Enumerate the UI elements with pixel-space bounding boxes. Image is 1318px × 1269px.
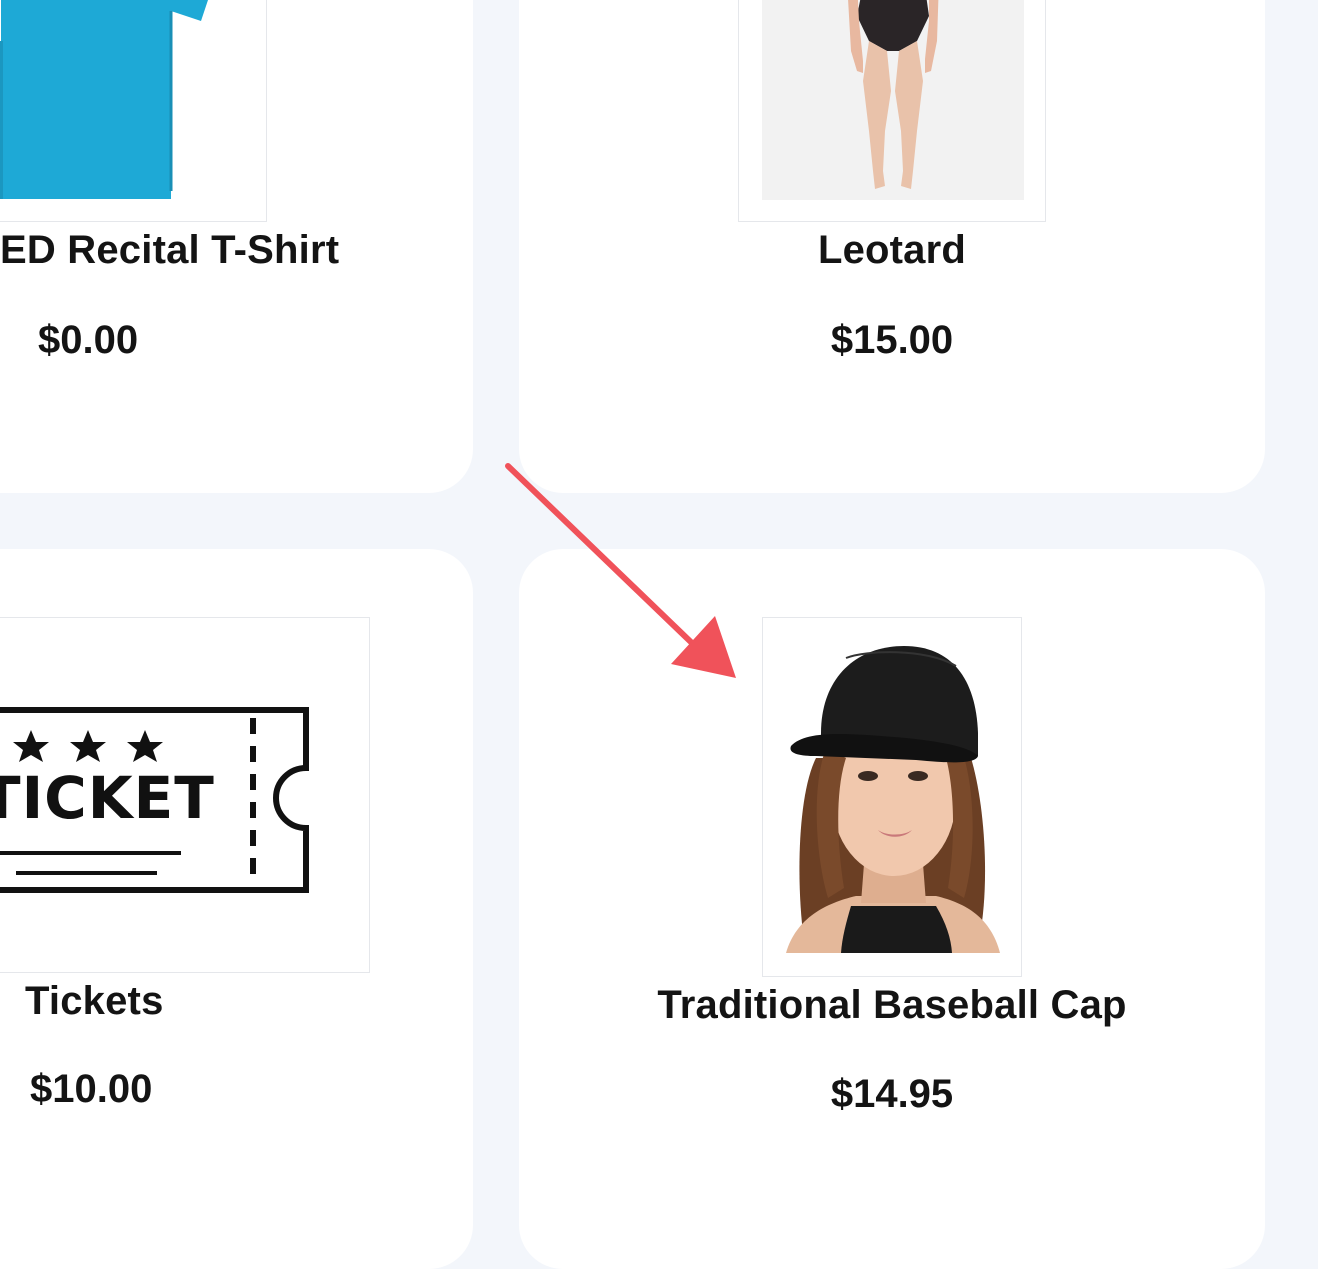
product-name[interactable]: ED Recital T-Shirt bbox=[0, 228, 339, 273]
product-price: $0.00 bbox=[38, 318, 139, 362]
product-name[interactable]: Leotard bbox=[818, 228, 966, 273]
product-price: $10.00 bbox=[30, 1067, 153, 1111]
product-name[interactable]: Traditional Baseball Cap bbox=[657, 983, 1126, 1028]
product-price: $14.95 bbox=[830, 1072, 954, 1116]
product-image-leotard[interactable] bbox=[738, 0, 1046, 222]
product-image-tickets[interactable]: TICKET bbox=[0, 617, 370, 973]
product-name[interactable]: Tickets bbox=[25, 979, 164, 1024]
product-price: $15.00 bbox=[830, 318, 954, 362]
product-image-tshirt[interactable] bbox=[0, 0, 267, 222]
ticket-image-text: TICKET bbox=[0, 764, 215, 832]
product-image-baseball-cap[interactable] bbox=[762, 617, 1022, 977]
